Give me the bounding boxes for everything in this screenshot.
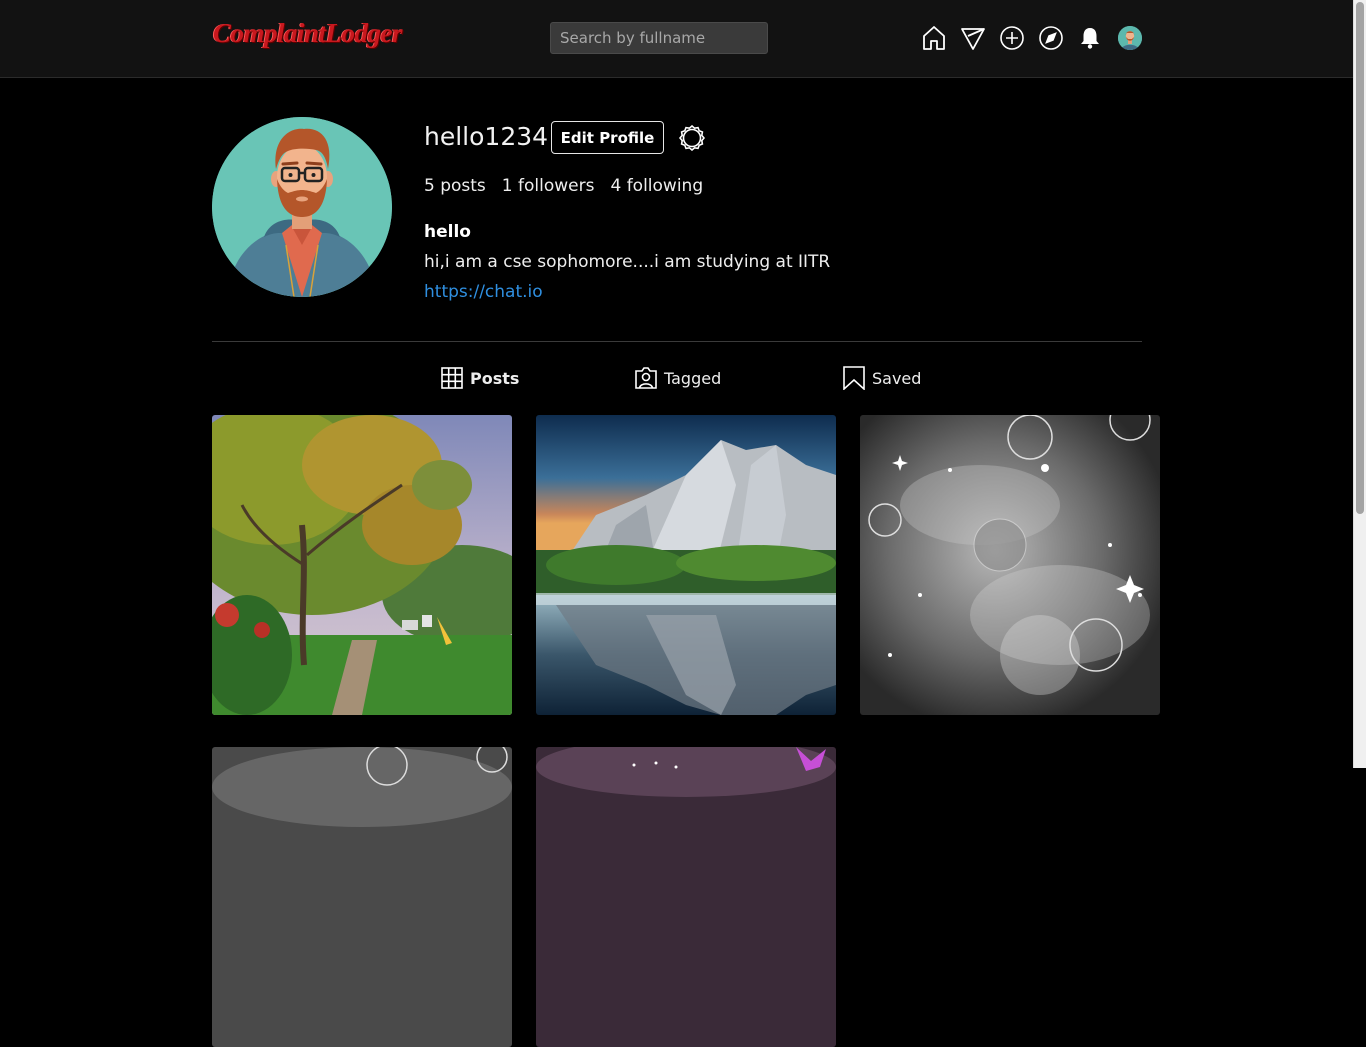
notification-bell-icon[interactable]: [1076, 24, 1104, 52]
profile-divider: [212, 341, 1142, 342]
bio-website-link[interactable]: https://chat.io: [424, 282, 543, 302]
tagged-person-icon: [635, 367, 657, 389]
profile-avatar[interactable]: [1118, 26, 1142, 50]
grid-icon: [441, 367, 463, 389]
tab-label-posts: Posts: [470, 368, 520, 388]
post-thumbnail[interactable]: [212, 747, 512, 1047]
post-thumbnail[interactable]: [536, 747, 836, 1047]
settings-gear-icon[interactable]: [678, 124, 706, 152]
tab-tagged[interactable]: Tagged: [634, 365, 721, 391]
profile-username: hello1234: [424, 122, 549, 151]
app-logo[interactable]: ComplaintLodger: [213, 18, 403, 49]
posts-count: 5 posts: [424, 176, 486, 196]
scrollbar-thumb[interactable]: [1356, 2, 1364, 514]
send-icon[interactable]: [959, 24, 987, 52]
tab-posts[interactable]: Posts: [440, 365, 519, 391]
tab-label-saved: Saved: [872, 368, 922, 388]
explore-icon[interactable]: [1037, 24, 1065, 52]
following-count[interactable]: 4 following: [610, 176, 703, 196]
bookmark-icon: [843, 366, 865, 390]
profile-stats: 5 posts 1 followers 4 following: [424, 176, 703, 196]
post-thumbnail[interactable]: [212, 415, 512, 715]
profile-picture[interactable]: [212, 117, 392, 297]
page-scrollbar[interactable]: [1353, 0, 1366, 768]
post-thumbnail[interactable]: [536, 415, 836, 715]
bio-text: hi,i am a cse sophomore....i am studying…: [424, 252, 831, 272]
post-thumbnail[interactable]: [860, 415, 1160, 715]
edit-profile-button[interactable]: Edit Profile: [551, 121, 664, 154]
tab-saved[interactable]: Saved: [842, 365, 921, 391]
add-post-icon[interactable]: [998, 24, 1026, 52]
home-icon[interactable]: [920, 24, 948, 52]
bio-name: hello: [424, 222, 471, 242]
tab-label-tagged: Tagged: [664, 368, 722, 388]
followers-count[interactable]: 1 followers: [502, 176, 595, 196]
top-navbar: ComplaintLodger: [0, 0, 1354, 78]
search-input[interactable]: [550, 22, 768, 54]
